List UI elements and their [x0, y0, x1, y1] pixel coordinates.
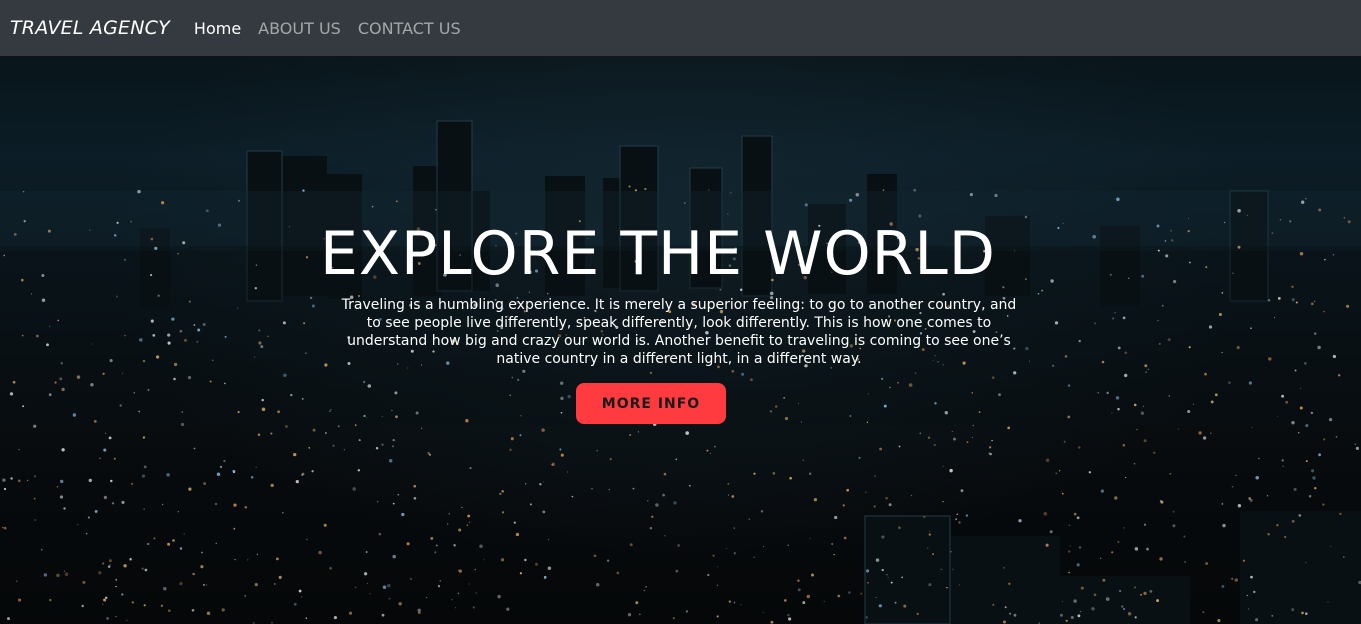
more-info-button[interactable]: MORE INFO — [576, 383, 726, 424]
brand-logo[interactable]: TRAVEL AGENCY — [10, 17, 170, 39]
nav-link-contact-us[interactable]: CONTACT US — [358, 19, 461, 38]
nav-links: Home ABOUT US CONTACT US — [194, 19, 478, 38]
nav-link-home[interactable]: Home — [194, 19, 241, 38]
navbar: TRAVEL AGENCY Home ABOUT US CONTACT US — [0, 0, 1361, 56]
hero-title: EXPLORE THE WORLD — [319, 219, 996, 289]
nav-link-about-us[interactable]: ABOUT US — [258, 19, 341, 38]
hero-description: Traveling is a humbling experience. It i… — [341, 297, 1017, 367]
hero-section: EXPLORE THE WORLD Traveling is a humblin… — [0, 56, 1361, 624]
